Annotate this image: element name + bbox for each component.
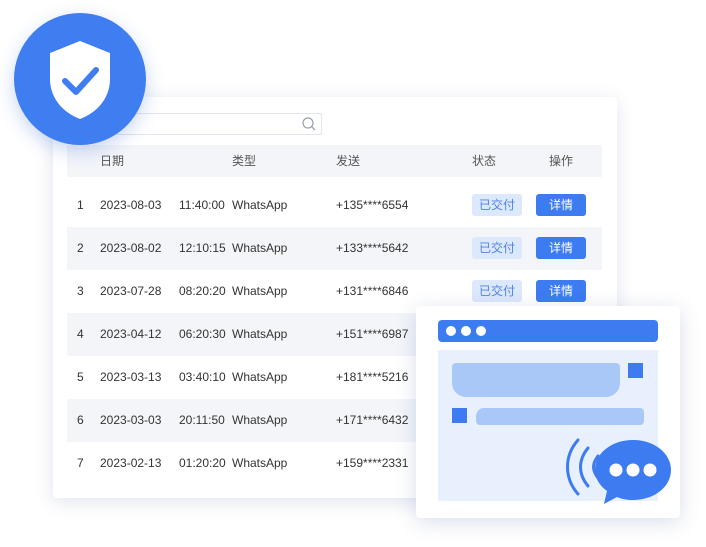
status-badge: 已交付 — [472, 280, 522, 302]
cell-time: 20:11:50 — [179, 413, 225, 427]
table-row: 1 2023-08-03 11:40:00 WhatsApp +135****6554 已… — [67, 184, 602, 227]
cell-time: 12:10:15 — [179, 241, 226, 255]
cell-type: WhatsApp — [232, 370, 288, 384]
cell-index: 6 — [77, 413, 84, 427]
cell-time: 03:40:10 — [179, 370, 226, 384]
shield-check-icon — [50, 41, 110, 119]
chat-bubble-icon — [595, 440, 671, 504]
header-date: 日期 — [100, 154, 125, 168]
cell-type: WhatsApp — [232, 241, 288, 255]
cell-type: WhatsApp — [232, 456, 288, 470]
search-input[interactable] — [116, 113, 322, 135]
cell-index: 2 — [77, 241, 84, 255]
cell-send: +151****6987 — [336, 327, 409, 341]
header-send: 发送 — [336, 154, 361, 168]
cell-send: +133****5642 — [336, 241, 409, 255]
cell-type: WhatsApp — [232, 198, 288, 212]
cell-time: 06:20:30 — [179, 327, 226, 341]
message-bubble — [452, 363, 620, 397]
header-action: 操作 — [549, 154, 574, 168]
window-dot — [476, 326, 486, 336]
avatar-square — [452, 408, 467, 423]
message-illustration — [416, 306, 680, 518]
status-badge: 已交付 — [472, 194, 522, 216]
cell-date: 2023-08-02 — [100, 241, 162, 255]
cell-type: WhatsApp — [232, 327, 288, 341]
cell-send: +159****2331 — [336, 456, 409, 470]
window-dot — [446, 326, 456, 336]
window-dot — [461, 326, 471, 336]
cell-date: 2023-03-13 — [100, 370, 162, 384]
cell-index: 3 — [77, 284, 84, 298]
status-badge: 已交付 — [472, 237, 522, 259]
cell-index: 5 — [77, 370, 84, 384]
cell-date: 2023-07-28 — [100, 284, 162, 298]
cell-send: +135****6554 — [336, 198, 409, 212]
detail-button[interactable]: 详情 — [536, 194, 586, 216]
header-status: 状态 — [472, 154, 497, 168]
cell-date: 2023-02-13 — [100, 456, 162, 470]
detail-button[interactable]: 详情 — [536, 237, 586, 259]
cell-index: 7 — [77, 456, 84, 470]
detail-button[interactable]: 详情 — [536, 280, 586, 302]
cell-index: 1 — [77, 198, 84, 212]
cell-date: 2023-08-03 — [100, 198, 162, 212]
table-row: 2 2023-08-02 12:10:15 WhatsApp +133****5642 已… — [67, 227, 602, 270]
window-titlebar — [438, 320, 658, 342]
cell-send: +131****6846 — [336, 284, 409, 298]
cell-send: +171****6432 — [336, 413, 409, 427]
avatar-square — [628, 363, 643, 378]
table-header: 日期 类型 发送 状态 操作 — [67, 145, 602, 177]
cell-time: 11:40:00 — [179, 198, 225, 212]
cell-time: 08:20:20 — [179, 284, 226, 298]
cell-index: 4 — [77, 327, 84, 341]
cell-time: 01:20:20 — [179, 456, 226, 470]
cell-send: +181****5216 — [336, 370, 409, 384]
cell-date: 2023-04-12 — [100, 327, 162, 341]
cell-date: 2023-03-03 — [100, 413, 162, 427]
search-icon[interactable] — [301, 116, 317, 132]
cell-type: WhatsApp — [232, 413, 288, 427]
cell-type: WhatsApp — [232, 284, 288, 298]
security-badge — [14, 13, 146, 145]
message-bubble — [476, 408, 644, 425]
header-type: 类型 — [232, 154, 257, 168]
